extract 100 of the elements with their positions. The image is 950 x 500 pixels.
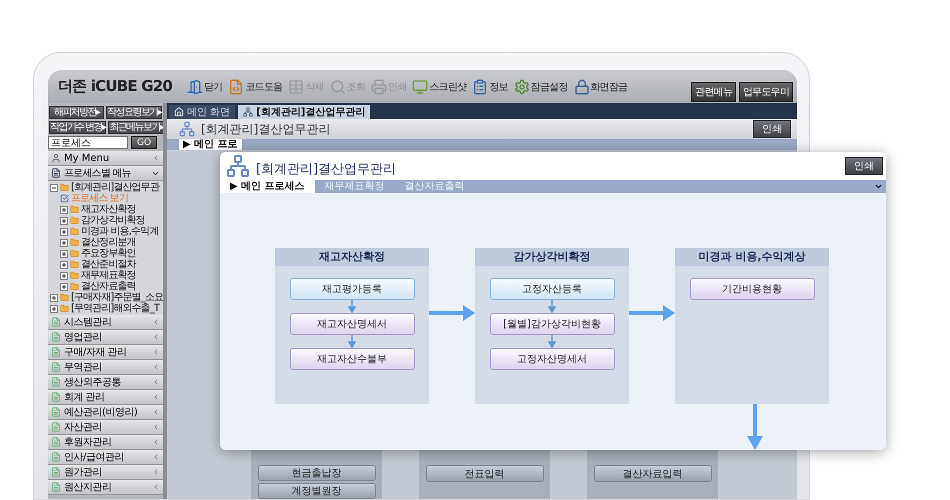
tree-item[interactable]: [무역관리]해외수출_T [71, 303, 160, 314]
menu-label: 예산관리(비영리) [64, 406, 138, 419]
tree-item[interactable]: 결산준비절차 [81, 259, 136, 270]
checkbox-icon [60, 194, 69, 203]
settings-icon [514, 78, 530, 94]
quick-button[interactable]: 최근메뉴보기▸ [108, 121, 163, 134]
print-button[interactable]: 인쇄 [845, 157, 883, 175]
menu-label: 무역관리 [64, 361, 103, 374]
menu-label: 자산관리 [64, 421, 103, 434]
go-button[interactable]: GO [131, 136, 158, 149]
process-step-button[interactable]: 계정별원장 [258, 483, 376, 499]
quick-button[interactable]: 작성요령보기▸ [106, 106, 162, 119]
menu-item[interactable]: 후원자관리 [48, 435, 163, 450]
tree-item[interactable]: 미경과 비용,수익계 [81, 226, 158, 237]
print-button[interactable]: 인쇄 [753, 120, 791, 138]
process-step-button[interactable]: 기간비용현황 [690, 278, 814, 300]
collapse-icon[interactable] [50, 184, 58, 192]
down-arrow-icon [348, 335, 356, 348]
process-step-button[interactable]: 고정자산명세서 [490, 348, 614, 370]
page-title: [회계관리]결산업무관리 [201, 120, 332, 138]
expand-icon[interactable] [50, 294, 58, 302]
expand-icon[interactable] [60, 282, 68, 290]
document-icon [51, 317, 61, 327]
toolbar-button[interactable]: 스크린샷 [412, 78, 466, 94]
tab[interactable]: [회계관리]결산업무관리 [238, 105, 370, 119]
tree-item[interactable]: [회계관리]결산업무관 [71, 182, 159, 193]
tab[interactable]: ▶ 메인 프로 [179, 139, 242, 150]
menu-item[interactable]: 회계 관리 [48, 390, 163, 405]
menu-label: 영업관리 [64, 331, 103, 344]
tree-item[interactable]: 재무제표확정 [81, 270, 136, 281]
column-title: 미경과 비용,수익계상 [675, 248, 829, 266]
menu-label: 인사/급여관리 [64, 451, 125, 464]
tree-item[interactable]: 결산정리분개 [81, 237, 136, 248]
menu-item[interactable]: 예산관리(비영리) [48, 405, 163, 420]
folder-icon [70, 260, 79, 269]
menu-item[interactable]: 시스템관리 [48, 315, 163, 330]
table-icon [288, 78, 304, 94]
menu-item[interactable]: 영업관리 [48, 330, 163, 345]
folder-icon [70, 238, 79, 247]
expand-icon[interactable] [60, 250, 68, 258]
tab[interactable]: ▶ 메인 프로세스 [220, 180, 315, 193]
document-icon [51, 422, 61, 432]
process-step-button[interactable]: 현금출납장 [258, 465, 376, 481]
panel-title: [회계관리]결산업무관리 [256, 161, 398, 178]
header-button[interactable]: 업무도우미 [738, 82, 793, 102]
header-button[interactable]: 관련메뉴 [691, 82, 736, 102]
process-step-button[interactable]: 전표입력 [426, 465, 544, 482]
expand-icon[interactable] [60, 272, 68, 280]
toolbar-button[interactable]: 닫기 [187, 78, 222, 94]
quick-button[interactable]: 해피처방전▸ [49, 106, 104, 119]
expand-icon[interactable] [60, 206, 68, 214]
process-step-button[interactable]: 고정자산등록 [490, 278, 614, 300]
menu-header[interactable]: 프로세스별 메뉴 [48, 166, 163, 181]
process-step-button[interactable]: 결산자료입력 [594, 465, 712, 482]
tree-item[interactable]: 주요장부확인 [81, 248, 136, 259]
process-icon [179, 121, 195, 137]
quick-button[interactable]: 작업기수 변경▸ [49, 121, 106, 134]
expand-icon[interactable] [60, 238, 68, 246]
menu-item[interactable]: 원산지관리 [48, 480, 163, 495]
tree-item[interactable]: 결산자료출력 [81, 281, 136, 292]
toolbar-button[interactable]: 화면잠금 [574, 78, 628, 94]
toolbar-button[interactable]: 잠금설정 [514, 78, 568, 94]
expand-icon[interactable] [60, 228, 68, 236]
folder-icon [60, 304, 69, 313]
tree-item[interactable]: [구매자재]주문별_소요 [70, 292, 163, 303]
tab[interactable]: 메인 화면 [169, 105, 236, 119]
expand-icon[interactable] [60, 260, 68, 268]
toolbar-button[interactable]: 코드도움 [228, 78, 282, 94]
process-step-button[interactable]: 재고자산수불부 [290, 348, 414, 370]
menu-item[interactable]: 원가관리 [48, 465, 163, 480]
process-step-button[interactable]: 재고평가등록 [290, 278, 414, 300]
menu-item[interactable]: 인사/급여관리 [48, 450, 163, 465]
column-title: 재고자산확정 [275, 248, 429, 266]
toolbar-button[interactable]: 정보 [472, 78, 508, 94]
expand-icon[interactable] [60, 216, 68, 224]
process-step-button[interactable]: 재고자산명세서 [290, 313, 414, 335]
search-field[interactable]: 프로세스 [48, 136, 128, 149]
folder-icon [60, 183, 69, 192]
dropdown-icon[interactable] [874, 182, 883, 191]
menu-header[interactable]: My Menu [48, 151, 163, 166]
menu-item[interactable]: 구매/자재 관리 [48, 345, 163, 360]
down-arrow-icon [548, 300, 556, 313]
tree-item[interactable]: 감가상각비확정 [81, 215, 145, 226]
home-icon [174, 107, 184, 117]
monitor-icon [412, 78, 428, 94]
menu-item[interactable]: 무역관리 [48, 360, 163, 375]
column-title: 감가상각비확정 [475, 248, 629, 266]
menu-item[interactable]: 자산관리 [48, 420, 163, 435]
tree-item[interactable]: 재고자산확정 [81, 204, 136, 215]
down-arrow-icon [348, 300, 356, 313]
folder-icon [70, 249, 79, 258]
folder-icon [70, 205, 79, 214]
menu-item[interactable]: 생산외주공통 [48, 375, 163, 390]
expand-icon[interactable] [50, 304, 58, 312]
menu-label: 생산외주공통 [64, 376, 122, 389]
user-icon [51, 153, 61, 163]
document-icon [51, 332, 61, 342]
process-icon [243, 107, 254, 117]
process-step-button[interactable]: [월별]감가상각비현황 [490, 313, 614, 335]
folder-icon [70, 282, 79, 291]
